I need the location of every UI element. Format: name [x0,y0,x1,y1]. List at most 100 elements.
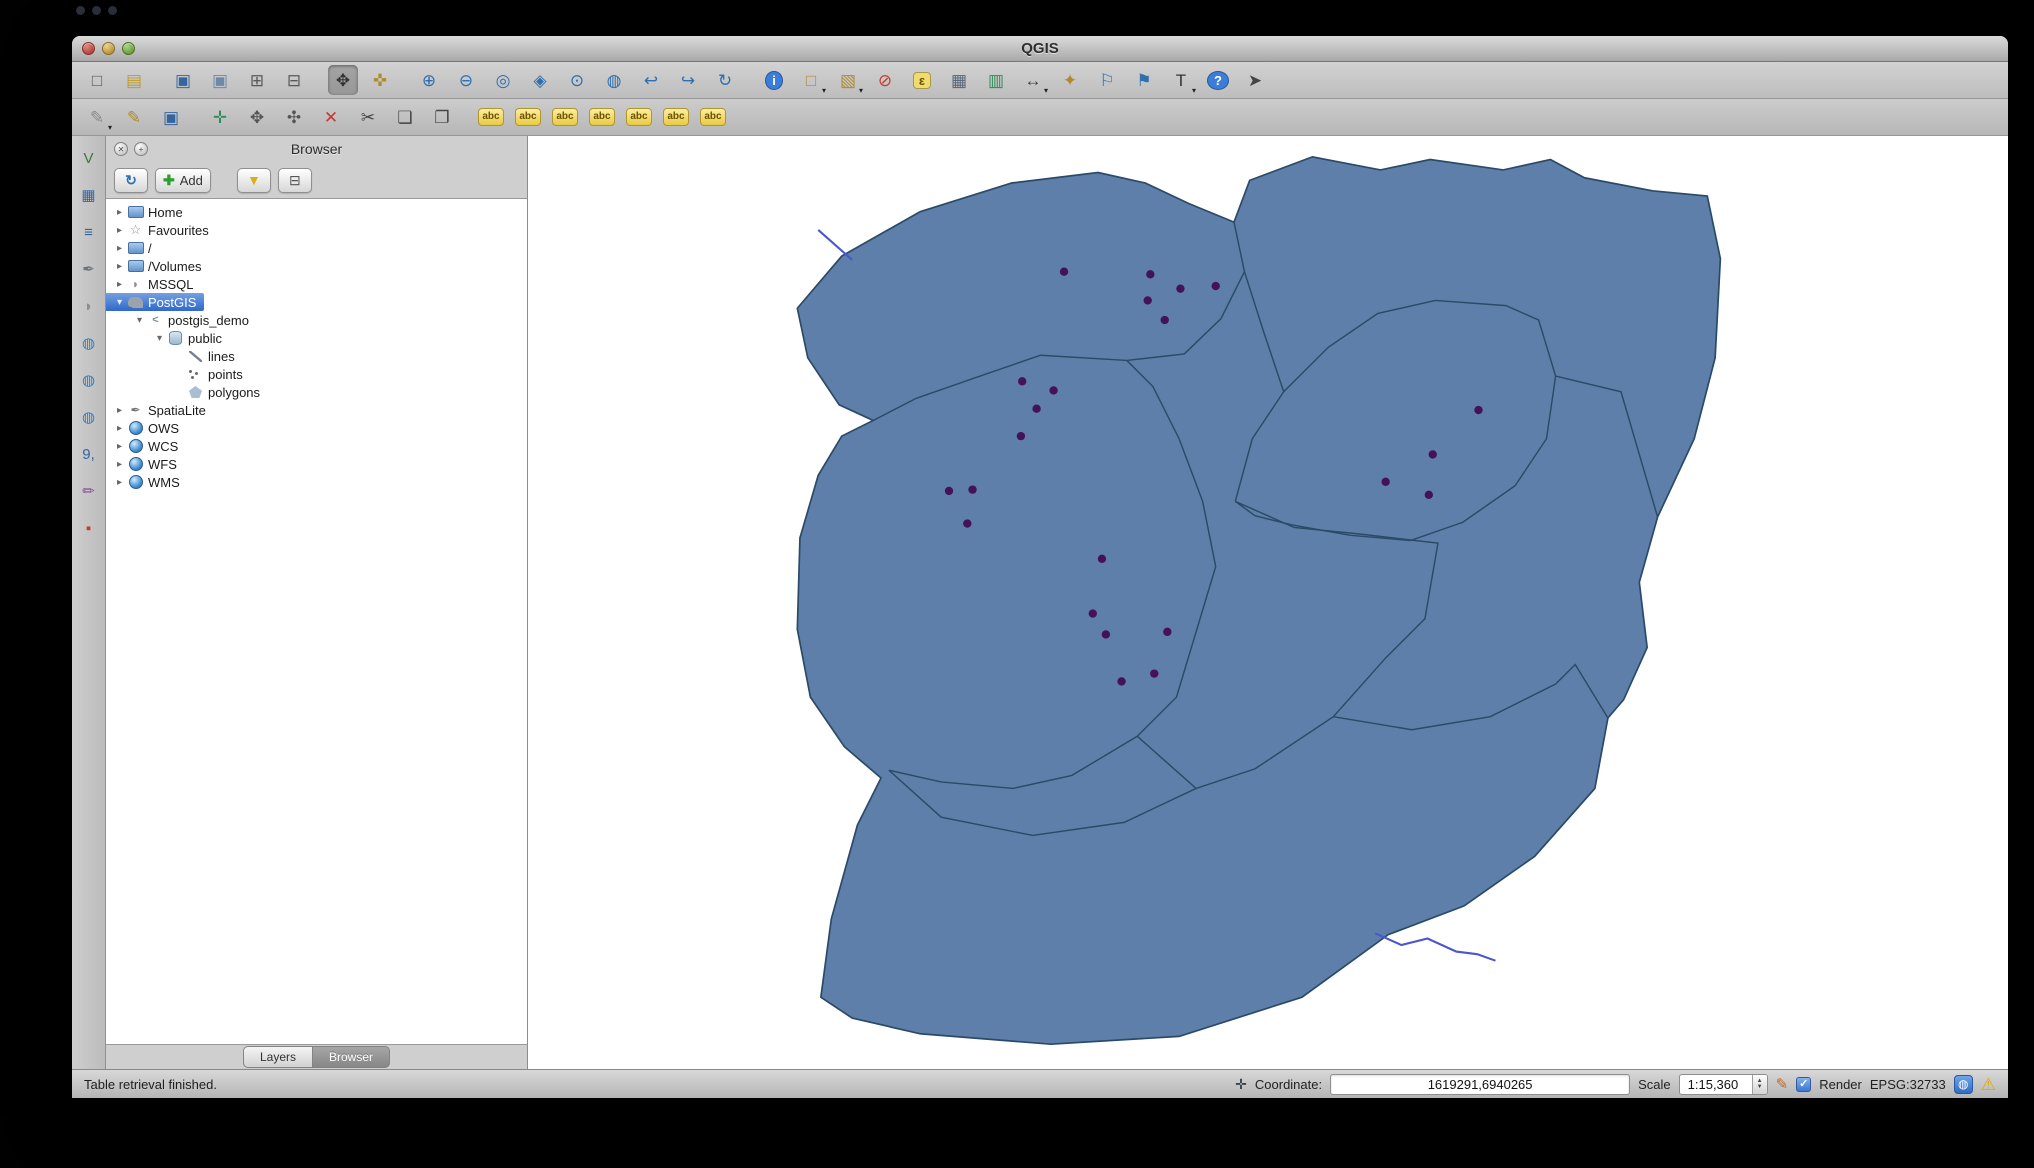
combo-arrows-icon[interactable] [1752,1075,1767,1094]
filter-browser-button[interactable]: ▼ [237,168,271,193]
label-properties-button[interactable]: abc [661,102,691,132]
render-checkbox[interactable]: ✓ [1796,1077,1811,1092]
measure-button[interactable]: ↔▾ [1018,65,1048,95]
label-move-button[interactable]: abc [587,102,617,132]
add-spatialite-layer-button[interactable]: ✒ [75,255,103,283]
pan-map-button[interactable]: ✥ [328,65,358,95]
disclosure-down-icon[interactable]: ▾ [132,315,147,326]
add-vector-layer-button[interactable]: V [75,144,103,172]
refresh-browser-button[interactable]: ↻ [114,168,148,193]
disclosure-right-icon[interactable]: ▸ [112,477,127,488]
statistical-sum-button[interactable]: ε [907,65,937,95]
tree-item-spatialite[interactable]: ▸SpatiaLite [106,401,527,419]
delete-selected-button[interactable]: ✕ [316,102,346,132]
current-edits-button[interactable]: ✎▾ [82,102,112,132]
disclosure-down-icon[interactable]: ▾ [112,297,127,308]
add-selected-layers-button[interactable]: ✚ Add [155,168,211,193]
tree-item-wfs[interactable]: ▸WFS [106,455,527,473]
add-feature-button[interactable]: ✛ [205,102,235,132]
disclosure-down-icon[interactable]: ▾ [152,333,167,344]
disclosure-right-icon[interactable]: ▸ [112,243,127,254]
log-messages-button[interactable]: ⚠ [1981,1076,1996,1093]
disclosure-right-icon[interactable]: ▸ [112,405,127,416]
tab-browser[interactable]: Browser [312,1046,390,1068]
map-canvas[interactable] [528,136,2008,1069]
tree-item-favourites[interactable]: ▸Favourites [106,221,527,239]
tree-item-polygons[interactable]: polygons [106,383,527,401]
open-project-button[interactable]: ▤ [119,65,149,95]
text-annotation-button[interactable]: T▾ [1166,65,1196,95]
map-tips-button[interactable]: ✦ [1055,65,1085,95]
histogram-button[interactable]: ▥ [981,65,1011,95]
zoom-last-button[interactable]: ↩ [636,65,666,95]
tree-item-lines[interactable]: lines [106,347,527,365]
tree-item-postgis-demo[interactable]: ▾postgis_demo [106,311,527,329]
tree-item-postgis[interactable]: ▾PostGIS [106,293,527,311]
pan-to-selection-button[interactable]: ✜ [365,65,395,95]
remove-layer-button[interactable]: ▪ [75,514,103,542]
add-delimited-text-button[interactable]: 9, [75,440,103,468]
identify-features-button[interactable]: i [759,65,789,95]
zoom-window-button[interactable] [122,42,135,55]
deselect-features-button[interactable]: ⊘ [870,65,900,95]
new-print-composer-button[interactable]: ⊞ [242,65,272,95]
disclosure-right-icon[interactable]: ▸ [112,225,127,236]
disclosure-right-icon[interactable]: ▸ [112,441,127,452]
zoom-native-button[interactable]: ◎ [488,65,518,95]
panel-float-button[interactable] [134,142,148,156]
label-show-hide-button[interactable]: abc [550,102,580,132]
tree-item-wcs[interactable]: ▸WCS [106,437,527,455]
minimize-window-button[interactable] [102,42,115,55]
toggle-editing-button[interactable]: ✎ [119,102,149,132]
disclosure-right-icon[interactable]: ▸ [112,279,127,290]
new-shapefile-layer-button[interactable]: ✏ [75,477,103,505]
disclosure-right-icon[interactable]: ▸ [112,423,127,434]
disclosure-right-icon[interactable]: ▸ [112,207,127,218]
add-wms-layer-button[interactable]: ◍ [75,329,103,357]
zoom-next-button[interactable]: ↪ [673,65,703,95]
new-bookmark-button[interactable]: ⚐ [1092,65,1122,95]
tree-item-[interactable]: ▸/ [106,239,527,257]
tree-item-ows[interactable]: ▸OWS [106,419,527,437]
add-mssql-layer-button[interactable]: ◗ [75,292,103,320]
save-layer-edits-button[interactable]: ▣ [156,102,186,132]
label-pin-button[interactable]: abc [513,102,543,132]
save-project-button[interactable]: ▣ [168,65,198,95]
scale-combo[interactable]: 1:15,360 [1679,1074,1768,1095]
add-wfs-layer-button[interactable]: ◍ [75,403,103,431]
copy-features-button[interactable]: ❏ [390,102,420,132]
label-rotate-button[interactable]: abc [624,102,654,132]
save-project-as-button[interactable]: ▣ [205,65,235,95]
node-tool-button[interactable]: ✣ [279,102,309,132]
disclosure-right-icon[interactable]: ▸ [112,261,127,272]
add-raster-layer-button[interactable]: ▦ [75,181,103,209]
scale-pencil-icon[interactable]: ✎ [1776,1077,1789,1092]
close-window-button[interactable] [82,42,95,55]
whats-this-button[interactable]: ➤ [1240,65,1270,95]
zoom-to-selection-button[interactable]: ⊙ [562,65,592,95]
zoom-in-button[interactable]: ⊕ [414,65,444,95]
new-project-button[interactable]: □ [82,65,112,95]
tree-item-mssql[interactable]: ▸MSSQL [106,275,527,293]
tab-layers[interactable]: Layers [243,1046,312,1068]
move-feature-button[interactable]: ✥ [242,102,272,132]
add-wcs-layer-button[interactable]: ◍ [75,366,103,394]
tree-item-public[interactable]: ▾public [106,329,527,347]
tree-item-volumes[interactable]: ▸/Volumes [106,257,527,275]
zoom-out-button[interactable]: ⊖ [451,65,481,95]
coordinate-input[interactable] [1330,1074,1630,1095]
show-bookmarks-button[interactable]: ⚑ [1129,65,1159,95]
tree-item-home[interactable]: ▸Home [106,203,527,221]
select-by-expression-button[interactable]: ▧▾ [833,65,863,95]
coordinate-capture-icon[interactable]: ✛ [1235,1077,1247,1091]
label-settings-button[interactable]: abc [698,102,728,132]
zoom-to-layer-button[interactable]: ◍ [599,65,629,95]
titlebar[interactable]: QGIS [72,36,2008,62]
paste-features-button[interactable]: ❐ [427,102,457,132]
tree-item-points[interactable]: points [106,365,527,383]
panel-close-button[interactable] [114,142,128,156]
zoom-full-button[interactable]: ◈ [525,65,555,95]
refresh-map-button[interactable]: ↻ [710,65,740,95]
collapse-all-button[interactable]: ⊟ [278,168,312,193]
open-attribute-table-button[interactable]: ▦ [944,65,974,95]
